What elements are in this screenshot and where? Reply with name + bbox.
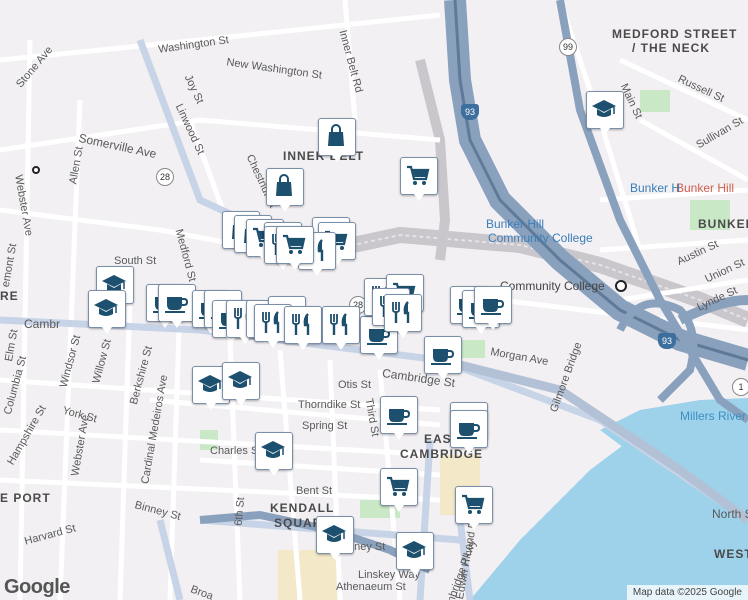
- coffee-marker[interactable]: [424, 336, 462, 380]
- area-label: KENDALL: [270, 501, 335, 515]
- area-label: BUNKER: [698, 217, 748, 231]
- transit-station-icon[interactable]: [615, 280, 627, 292]
- cart-marker[interactable]: [276, 226, 314, 270]
- graduation-cap-marker[interactable]: [255, 432, 293, 476]
- cart-marker[interactable]: [455, 486, 493, 530]
- coffee-icon: [387, 409, 411, 425]
- graduation-cap-icon: [322, 525, 346, 542]
- street-label: Athenaeum St: [336, 581, 406, 593]
- graduation-cap-icon: [228, 371, 252, 388]
- poi-label: Bunker Hill: [486, 217, 545, 231]
- interstate-93-shield: 93: [658, 333, 676, 349]
- utensils-icon: [392, 301, 410, 323]
- street-label: Charles St: [210, 445, 262, 457]
- coffee-marker[interactable]: [380, 396, 418, 440]
- utensils-icon: [262, 311, 280, 333]
- cart-marker[interactable]: [380, 468, 418, 512]
- station-label: Community College: [500, 279, 605, 293]
- cart-marker[interactable]: [400, 157, 438, 201]
- map[interactable]: 93 93 99 28 28 1 MEDFORD STREET / THE NE…: [0, 0, 748, 600]
- coffee-marker[interactable]: [474, 286, 512, 330]
- coffee-icon: [165, 297, 189, 313]
- poi-label: Bunker Hill: [676, 181, 735, 195]
- street-label: Thorndike St: [298, 399, 361, 411]
- area-label: / THE NECK: [632, 41, 711, 55]
- google-logo[interactable]: Google: [4, 576, 70, 599]
- graduation-cap-icon: [198, 375, 222, 392]
- shopping-bag-marker[interactable]: [318, 118, 356, 162]
- coffee-icon: [457, 423, 481, 439]
- poi-label: Community College: [488, 231, 593, 245]
- area-label: E PORT: [0, 491, 51, 505]
- graduation-cap-marker[interactable]: [316, 516, 354, 560]
- map-attribution[interactable]: Map data ©2025 Google: [626, 585, 748, 600]
- cart-icon: [387, 476, 410, 496]
- area-label: WEST: [714, 547, 748, 561]
- utensils-marker[interactable]: [322, 306, 360, 350]
- street-label: Bent St: [296, 485, 333, 497]
- street-label: Cambr: [24, 317, 61, 331]
- cart-icon: [407, 165, 430, 185]
- transit-stop-icon: [32, 166, 40, 174]
- interstate-93-shield: 93: [461, 104, 479, 120]
- route-1-shield: 1: [732, 378, 748, 396]
- area-label: MEDFORD STREET: [612, 27, 738, 41]
- graduation-cap-icon: [261, 441, 285, 458]
- poi-label: Bunker H: [630, 181, 681, 195]
- utensils-icon: [330, 313, 348, 335]
- cart-icon: [462, 494, 485, 514]
- street-label: Spring St: [302, 420, 348, 432]
- coffee-marker[interactable]: [158, 284, 196, 328]
- cart-icon: [283, 234, 306, 254]
- graduation-cap-icon: [402, 541, 426, 558]
- utensils-icon: [292, 313, 310, 335]
- shopping-bag-marker[interactable]: [266, 168, 304, 212]
- route-99-shield: 99: [559, 38, 577, 56]
- water-label: Millers River: [680, 409, 746, 423]
- coffee-marker[interactable]: [450, 410, 488, 454]
- area-label: RE: [0, 289, 19, 303]
- street-label: North S: [712, 507, 748, 521]
- utensils-marker[interactable]: [284, 306, 322, 350]
- graduation-cap-marker[interactable]: [88, 290, 126, 334]
- shopping-bag-icon: [328, 124, 344, 146]
- graduation-cap-marker[interactable]: [396, 532, 434, 576]
- graduation-cap-icon: [592, 100, 616, 117]
- coffee-icon: [481, 299, 505, 315]
- utensils-marker[interactable]: [384, 294, 422, 338]
- shopping-bag-icon: [276, 174, 292, 196]
- coffee-icon: [431, 349, 455, 365]
- street-label: Otis St: [338, 379, 372, 391]
- route-28-shield: 28: [156, 168, 174, 186]
- graduation-cap-marker[interactable]: [222, 362, 260, 406]
- graduation-cap-icon: [94, 299, 118, 316]
- graduation-cap-marker[interactable]: [586, 91, 624, 135]
